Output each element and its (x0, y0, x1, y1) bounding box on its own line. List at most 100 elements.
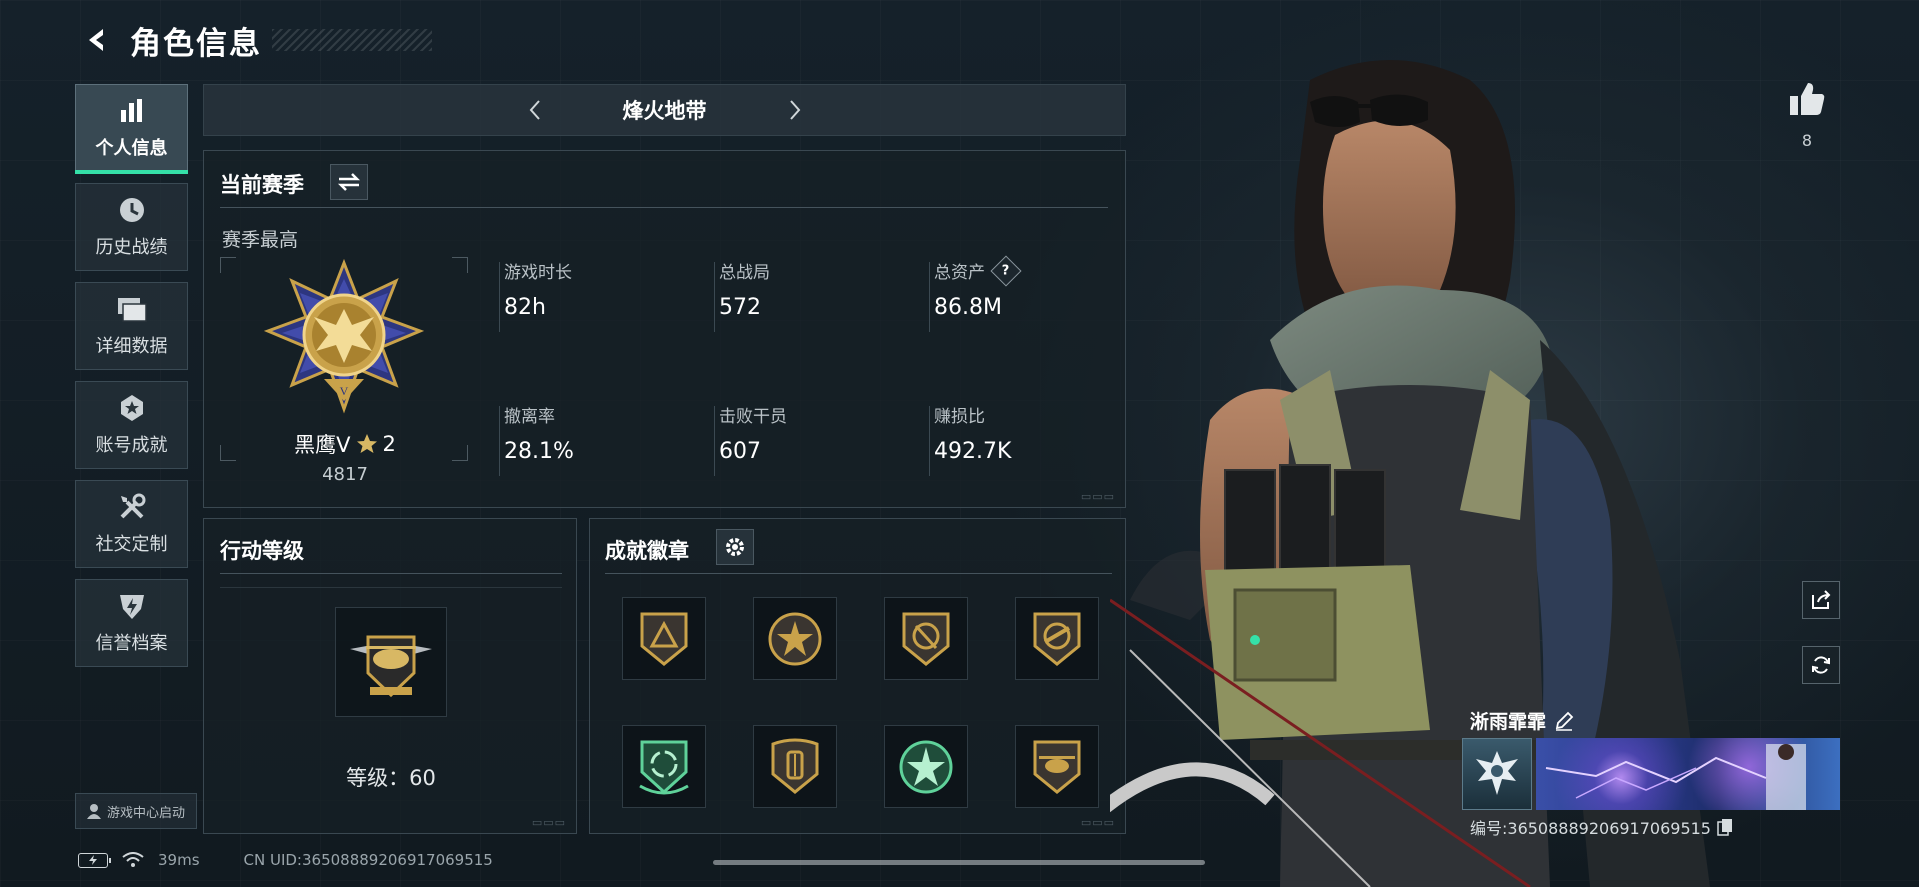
back-button[interactable] (76, 20, 116, 60)
mode-next-button[interactable] (775, 90, 815, 130)
share-icon (1812, 590, 1831, 609)
badge-slot-4[interactable] (1015, 597, 1099, 680)
sidebar-item-label: 个人信息 (95, 138, 168, 159)
action-level-value: 等级：60 (346, 766, 436, 790)
copy-icon[interactable] (1717, 818, 1733, 836)
user-icon (86, 804, 101, 819)
badges-title: 成就徽章 (605, 539, 689, 563)
player-uid-row: 编号:3650888920691706951​5 (1470, 815, 1733, 839)
launch-label: 游戏中心启动 (106, 805, 185, 821)
badge-slot-1[interactable] (622, 597, 706, 680)
mode-name: 烽火地带 (622, 99, 707, 123)
action-level-emblem[interactable] (335, 607, 447, 717)
stat-label-row: 总资产 ? (934, 254, 1134, 287)
tools-icon (115, 492, 149, 522)
help-mark: ? (1002, 262, 1010, 278)
name-card[interactable] (1462, 738, 1840, 810)
sidebar-item-label: 信誉档案 (95, 633, 168, 654)
card-banner-image (1536, 738, 1840, 810)
stat-operators-defeated: 击败干员 607 (714, 402, 919, 476)
stat-total-matches: 总战局 572 (714, 258, 919, 332)
season-switch-button[interactable] (330, 164, 368, 200)
helicopter-badge-icon (1033, 740, 1081, 794)
clock-icon (115, 195, 149, 225)
stat-profit-loss-ratio: 赚损比 492.7K (929, 402, 1134, 476)
status-bar: 39ms CN UID:3650888920691706951​5 (78, 851, 493, 869)
stat-value: 492.7K (934, 439, 1012, 464)
rank-name-row: 黑鹰V 2 (204, 429, 486, 459)
sidebar-item-label: 账号成就 (95, 435, 168, 456)
swap-icon (337, 173, 361, 191)
divider (220, 573, 562, 574)
card-avatar (1462, 738, 1532, 810)
stat-label: 撤离率 (504, 407, 555, 427)
badge-slot-2[interactable] (753, 597, 837, 680)
rifle-shield-badge-icon (1033, 612, 1081, 666)
mode-prev-button[interactable] (515, 90, 555, 130)
divider (605, 573, 1112, 574)
sidebar-item-label: 历史战绩 (95, 237, 168, 258)
badge-settings-button[interactable] (716, 529, 754, 565)
help-icon[interactable]: ? (990, 254, 1022, 287)
player-name: 淅雨霏霏 (1470, 711, 1547, 733)
player-uid: 编号:3650888920691706951​5 (1470, 819, 1711, 838)
sidebar-item-credit-file[interactable]: 信誉档案 (75, 579, 188, 667)
sidebar-item-personal-info[interactable]: 个人信息 (75, 84, 188, 174)
thumbs-up-icon (1790, 83, 1825, 115)
bracket (452, 257, 468, 273)
status-uid: CN UID:3650888920691706951​5 (243, 851, 493, 869)
share-button[interactable] (1802, 581, 1840, 619)
badge-slot-3[interactable] (884, 597, 968, 680)
refresh-button[interactable] (1802, 646, 1840, 684)
rank-name: 黑鹰V (294, 433, 351, 457)
stat-extract-rate: 撤离率 28.1% (499, 402, 704, 476)
sidebar-item-label: 社交定制 (95, 534, 168, 555)
sidebar-item-history[interactable]: 历史战绩 (75, 183, 188, 271)
badge-slot-7[interactable] (884, 725, 968, 808)
home-indicator[interactable] (713, 860, 1205, 865)
knife-shield-badge-icon (771, 738, 819, 794)
rank-emblem-icon: V (264, 259, 424, 414)
bracket (220, 257, 236, 273)
stat-label: 游戏时长 (504, 263, 572, 283)
rank-score: 4817 (322, 464, 368, 485)
game-center-launch-button[interactable]: 游戏中心启动 (75, 793, 197, 829)
page-title: 角色信息 (130, 25, 262, 62)
slash-shield-badge-icon (902, 612, 950, 666)
current-season-panel: 当前赛季 赛季最高 V 黑鹰V 2 4817 游戏时长 82h 总战局 572 (203, 150, 1126, 508)
edit-pencil-icon[interactable] (1554, 711, 1574, 731)
sidebar-nav: 个人信息 历史战绩 详细数据 账号成就 社交定制 信誉档案 (75, 84, 188, 678)
sidebar-item-detailed-data[interactable]: 详细数据 (75, 282, 188, 370)
back-arrow-icon (89, 29, 103, 51)
badge-slot-8[interactable] (1015, 725, 1099, 808)
shield-bolt-icon (115, 591, 149, 621)
like-button[interactable] (1786, 78, 1828, 120)
battery-charging-icon (78, 852, 111, 868)
sidebar-item-label: 详细数据 (95, 336, 168, 357)
chevron-right-icon (789, 100, 800, 120)
badge-slot-5[interactable] (622, 725, 706, 808)
stat-value: 28.1% (504, 439, 574, 464)
divider (220, 207, 1108, 208)
stat-play-time: 游戏时长 82h (499, 258, 704, 332)
sidebar-item-achievements[interactable]: 账号成就 (75, 381, 188, 469)
corner-decoration: ▭▭▭ (531, 816, 566, 829)
refresh-icon (1812, 656, 1830, 674)
helicopter-emblem-icon (350, 635, 432, 698)
star-icon (356, 434, 377, 453)
stat-label: 总战局 (719, 263, 770, 283)
sidebar-item-social-custom[interactable]: 社交定制 (75, 480, 188, 568)
stat-value: 82h (504, 295, 546, 320)
mode-selector: 烽火地带 (203, 84, 1126, 136)
gear-icon (726, 538, 744, 556)
stat-label: 击败干员 (719, 407, 787, 427)
star-round-badge-icon (768, 612, 822, 665)
folder-icon (115, 294, 149, 324)
action-level-panel: 行动等级 等级：60 ▭▭▭ (203, 518, 577, 834)
action-level-title: 行动等级 (220, 539, 304, 563)
player-name-row: 淅雨霏霏 (1470, 707, 1574, 734)
stat-label: 总资产 (934, 263, 985, 283)
achievement-icon (115, 393, 149, 423)
badge-slot-6[interactable] (753, 725, 837, 808)
bar-chart-icon (115, 96, 149, 126)
